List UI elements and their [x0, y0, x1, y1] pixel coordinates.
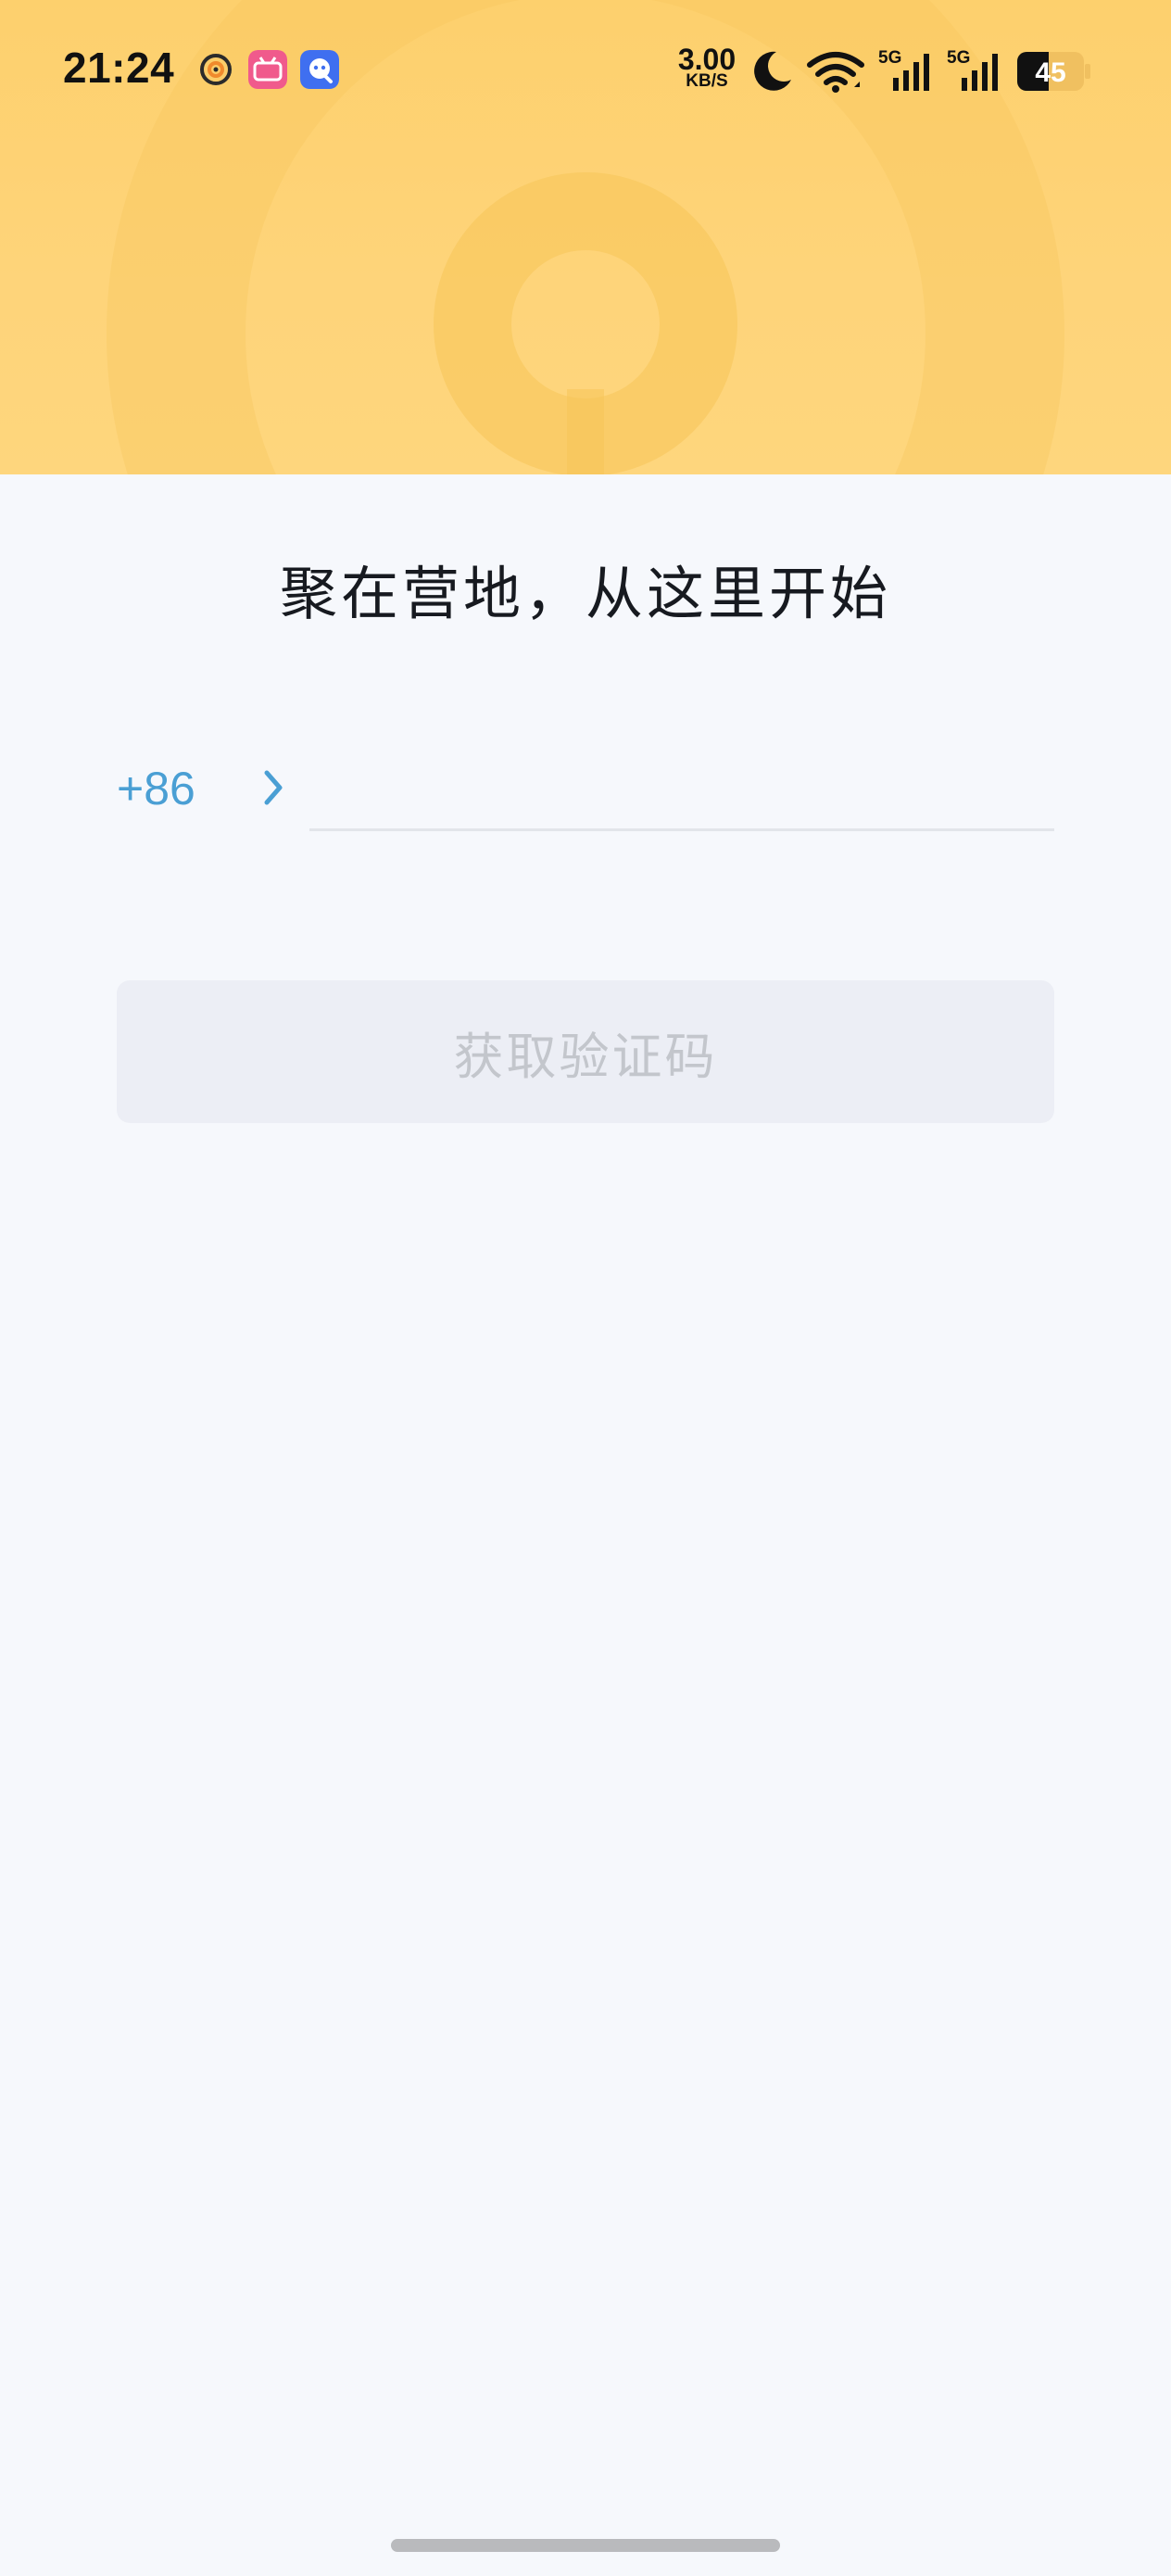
- battery-level: 45: [1035, 57, 1065, 88]
- country-code-selector[interactable]: +86: [117, 762, 195, 815]
- wifi-icon: [807, 52, 864, 93]
- get-verification-code-button[interactable]: 获取验证码: [117, 980, 1054, 1123]
- phone-number-input[interactable]: [309, 751, 1054, 830]
- battery-icon: 45: [1017, 52, 1090, 91]
- qq-channel-icon: [300, 50, 339, 89]
- home-indicator[interactable]: [391, 2539, 780, 2552]
- login-screen: 21:24 3.00 KB/S 5G 5G 45 聚在营地，从这里开始 +86 …: [0, 0, 1171, 2576]
- signal-5g-icon: 5G: [878, 48, 929, 91]
- chevron-right-icon[interactable]: [261, 767, 285, 808]
- input-underline: [309, 828, 1054, 831]
- network-speed: 3.00 KB/S: [677, 43, 737, 91]
- status-time: 21:24: [63, 44, 175, 92]
- moon-icon: [754, 51, 791, 91]
- target-app-icon: [200, 54, 232, 85]
- sim2-label: 5G: [947, 48, 970, 68]
- sim1-label: 5G: [878, 48, 901, 68]
- phone-number-row: +86: [117, 751, 1054, 831]
- header-banner: 21:24 3.00 KB/S 5G 5G 45: [0, 0, 1171, 474]
- status-bar: 21:24 3.00 KB/S 5G 5G 45: [0, 0, 1171, 139]
- signal-5g-icon: 5G: [947, 48, 998, 91]
- page-title: 聚在营地，从这里开始: [279, 560, 891, 627]
- bilibili-icon: [248, 50, 287, 89]
